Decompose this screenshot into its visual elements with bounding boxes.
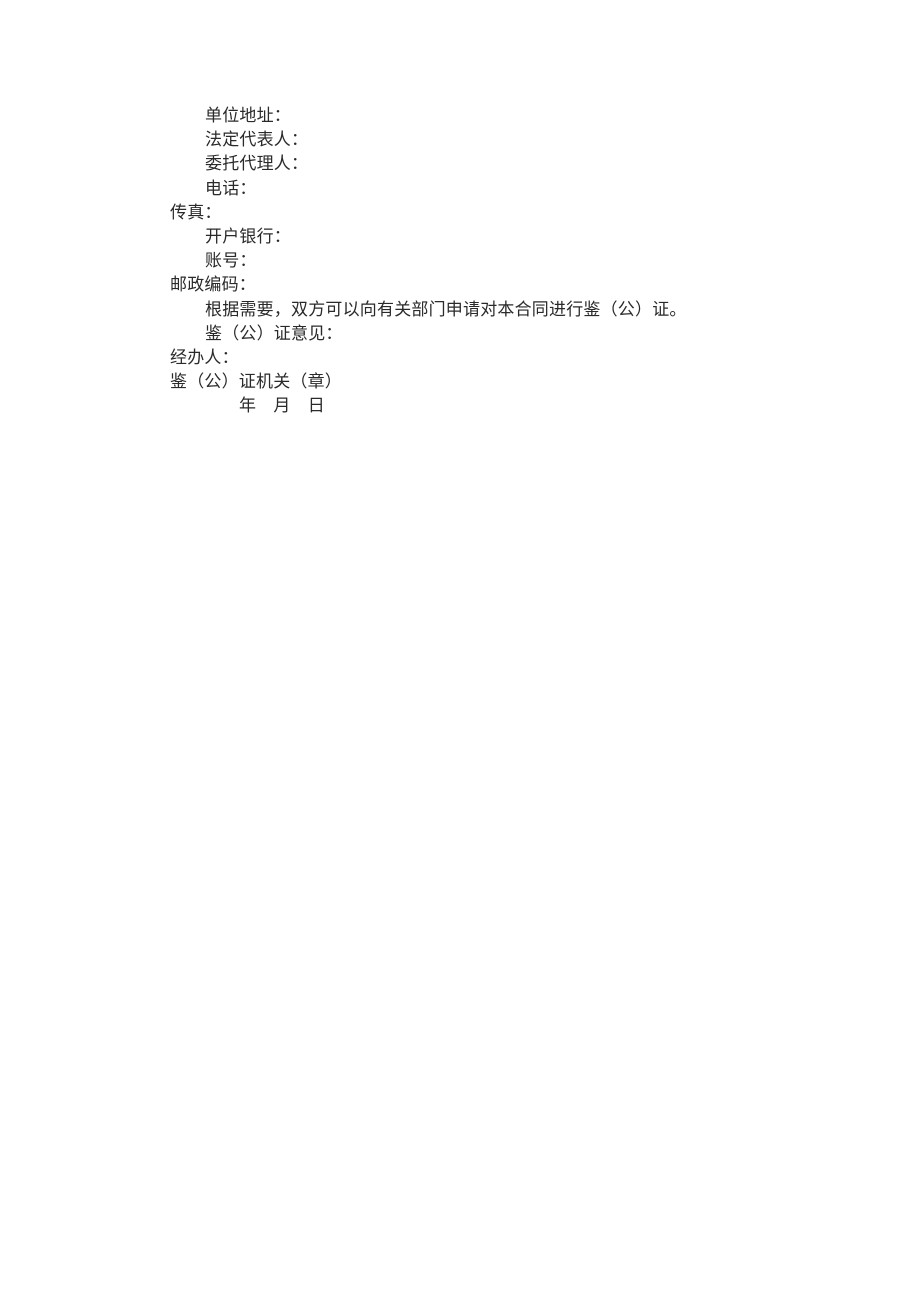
field-line-notary-authority-seal: 鉴（公）证机关（章） <box>170 372 342 392</box>
field-line-telephone: 电话： <box>205 178 257 198</box>
field-line-authorized-agent: 委托代理人： <box>205 154 309 174</box>
document-page: 单位地址： 法定代表人： 委托代理人： 电话： 传真： 开户银行： 账号： 邮政… <box>0 0 920 1303</box>
field-line-date: 年 月 日 <box>239 396 325 416</box>
field-line-unit-address: 单位地址： <box>205 106 291 125</box>
field-line-account-number: 账号： <box>205 251 257 271</box>
field-line-postal-code: 邮政编码： <box>170 275 256 295</box>
field-line-bank-of-deposit: 开户银行： <box>205 227 291 247</box>
field-line-handler: 经办人： <box>170 348 239 368</box>
field-line-legal-representative: 法定代表人： <box>205 130 309 150</box>
document-text-block: 单位地址： 法定代表人： 委托代理人： 电话： 传真： 开户银行： 账号： 邮政… <box>170 104 770 419</box>
blank-page-remainder <box>0 430 920 1303</box>
field-line-notarization-opinion: 鉴（公）证意见： <box>205 323 343 343</box>
field-line-fax: 传真： <box>170 202 222 222</box>
paragraph-notarization-clause: 根据需要，双方可以向有关部门申请对本合同进行鉴（公）证。 <box>205 299 687 319</box>
